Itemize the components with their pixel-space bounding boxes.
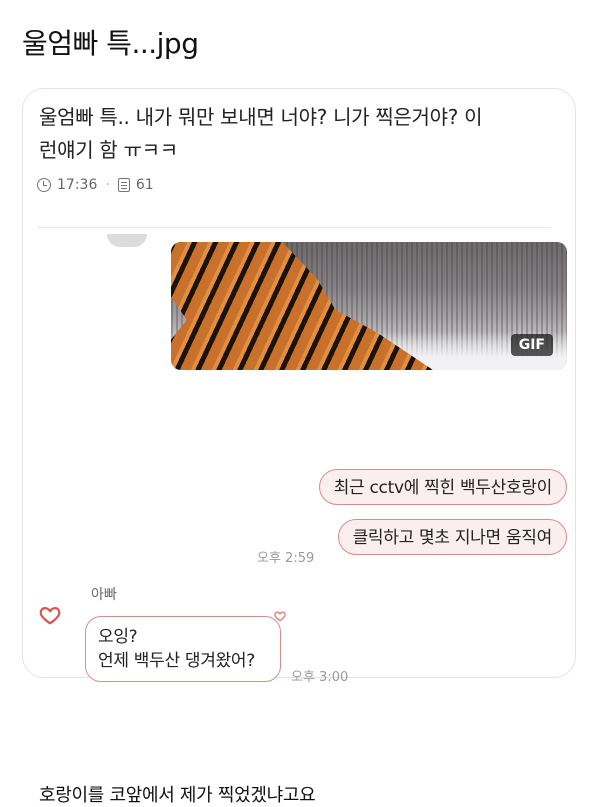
divider: [37, 227, 551, 228]
heart-icon[interactable]: [39, 604, 61, 626]
reply-time: 오후 3:00: [291, 670, 349, 685]
chat-screenshot: GIF 최근 cctv에 찍힌 백두산호랑이 클릭하고 몇초 지나면 움직여 오…: [23, 234, 577, 806]
post-meta: 17:36 · 61: [37, 177, 154, 193]
page-title: 울엄빠 특...jpg: [22, 27, 199, 60]
reaction-heart-icon: [274, 611, 286, 622]
received-line-2: 언제 백두산 댕겨왔어?: [98, 651, 255, 671]
post-text-line-2: 런얘기 함 ㅠㅋㅋ: [39, 138, 178, 162]
received-line-1: 오잉?: [98, 627, 138, 647]
clock-icon: [37, 178, 51, 192]
post-card: 울엄빠 특.. 내가 뭐만 보내면 너야? 니가 찍은거야? 이 런얘기 함 ㅠ…: [22, 88, 577, 806]
post-time: 17:36: [57, 177, 98, 193]
tiger-gif[interactable]: GIF: [171, 242, 567, 370]
comment-count: 61: [135, 177, 154, 193]
sent-time: 오후 2:59: [257, 551, 315, 566]
post-text: 울엄빠 특.. 내가 뭐만 보내면 너야? 니가 찍은거야? 이 런얘기 함 ㅠ…: [39, 101, 559, 167]
avatar-placeholder: [107, 234, 147, 247]
sender-name: 아빠: [91, 587, 117, 603]
meta-separator: ·: [105, 177, 110, 193]
received-message: 오잉? 언제 백두산 댕겨왔어?: [85, 611, 286, 682]
gif-badge: GIF: [510, 334, 553, 356]
sent-message-2: 클릭하고 몇초 지나면 움직여: [337, 519, 567, 555]
sent-message-1: 최근 cctv에 찍힌 백두산호랑이: [318, 469, 567, 505]
post-text-line-1: 울엄빠 특.. 내가 뭐만 보내면 너야? 니가 찍은거야? 이: [39, 105, 483, 129]
post-footer-text: 호랑이를 코앞에서 제가 찍었겠냐고요: [39, 785, 316, 806]
document-icon: [117, 178, 130, 192]
